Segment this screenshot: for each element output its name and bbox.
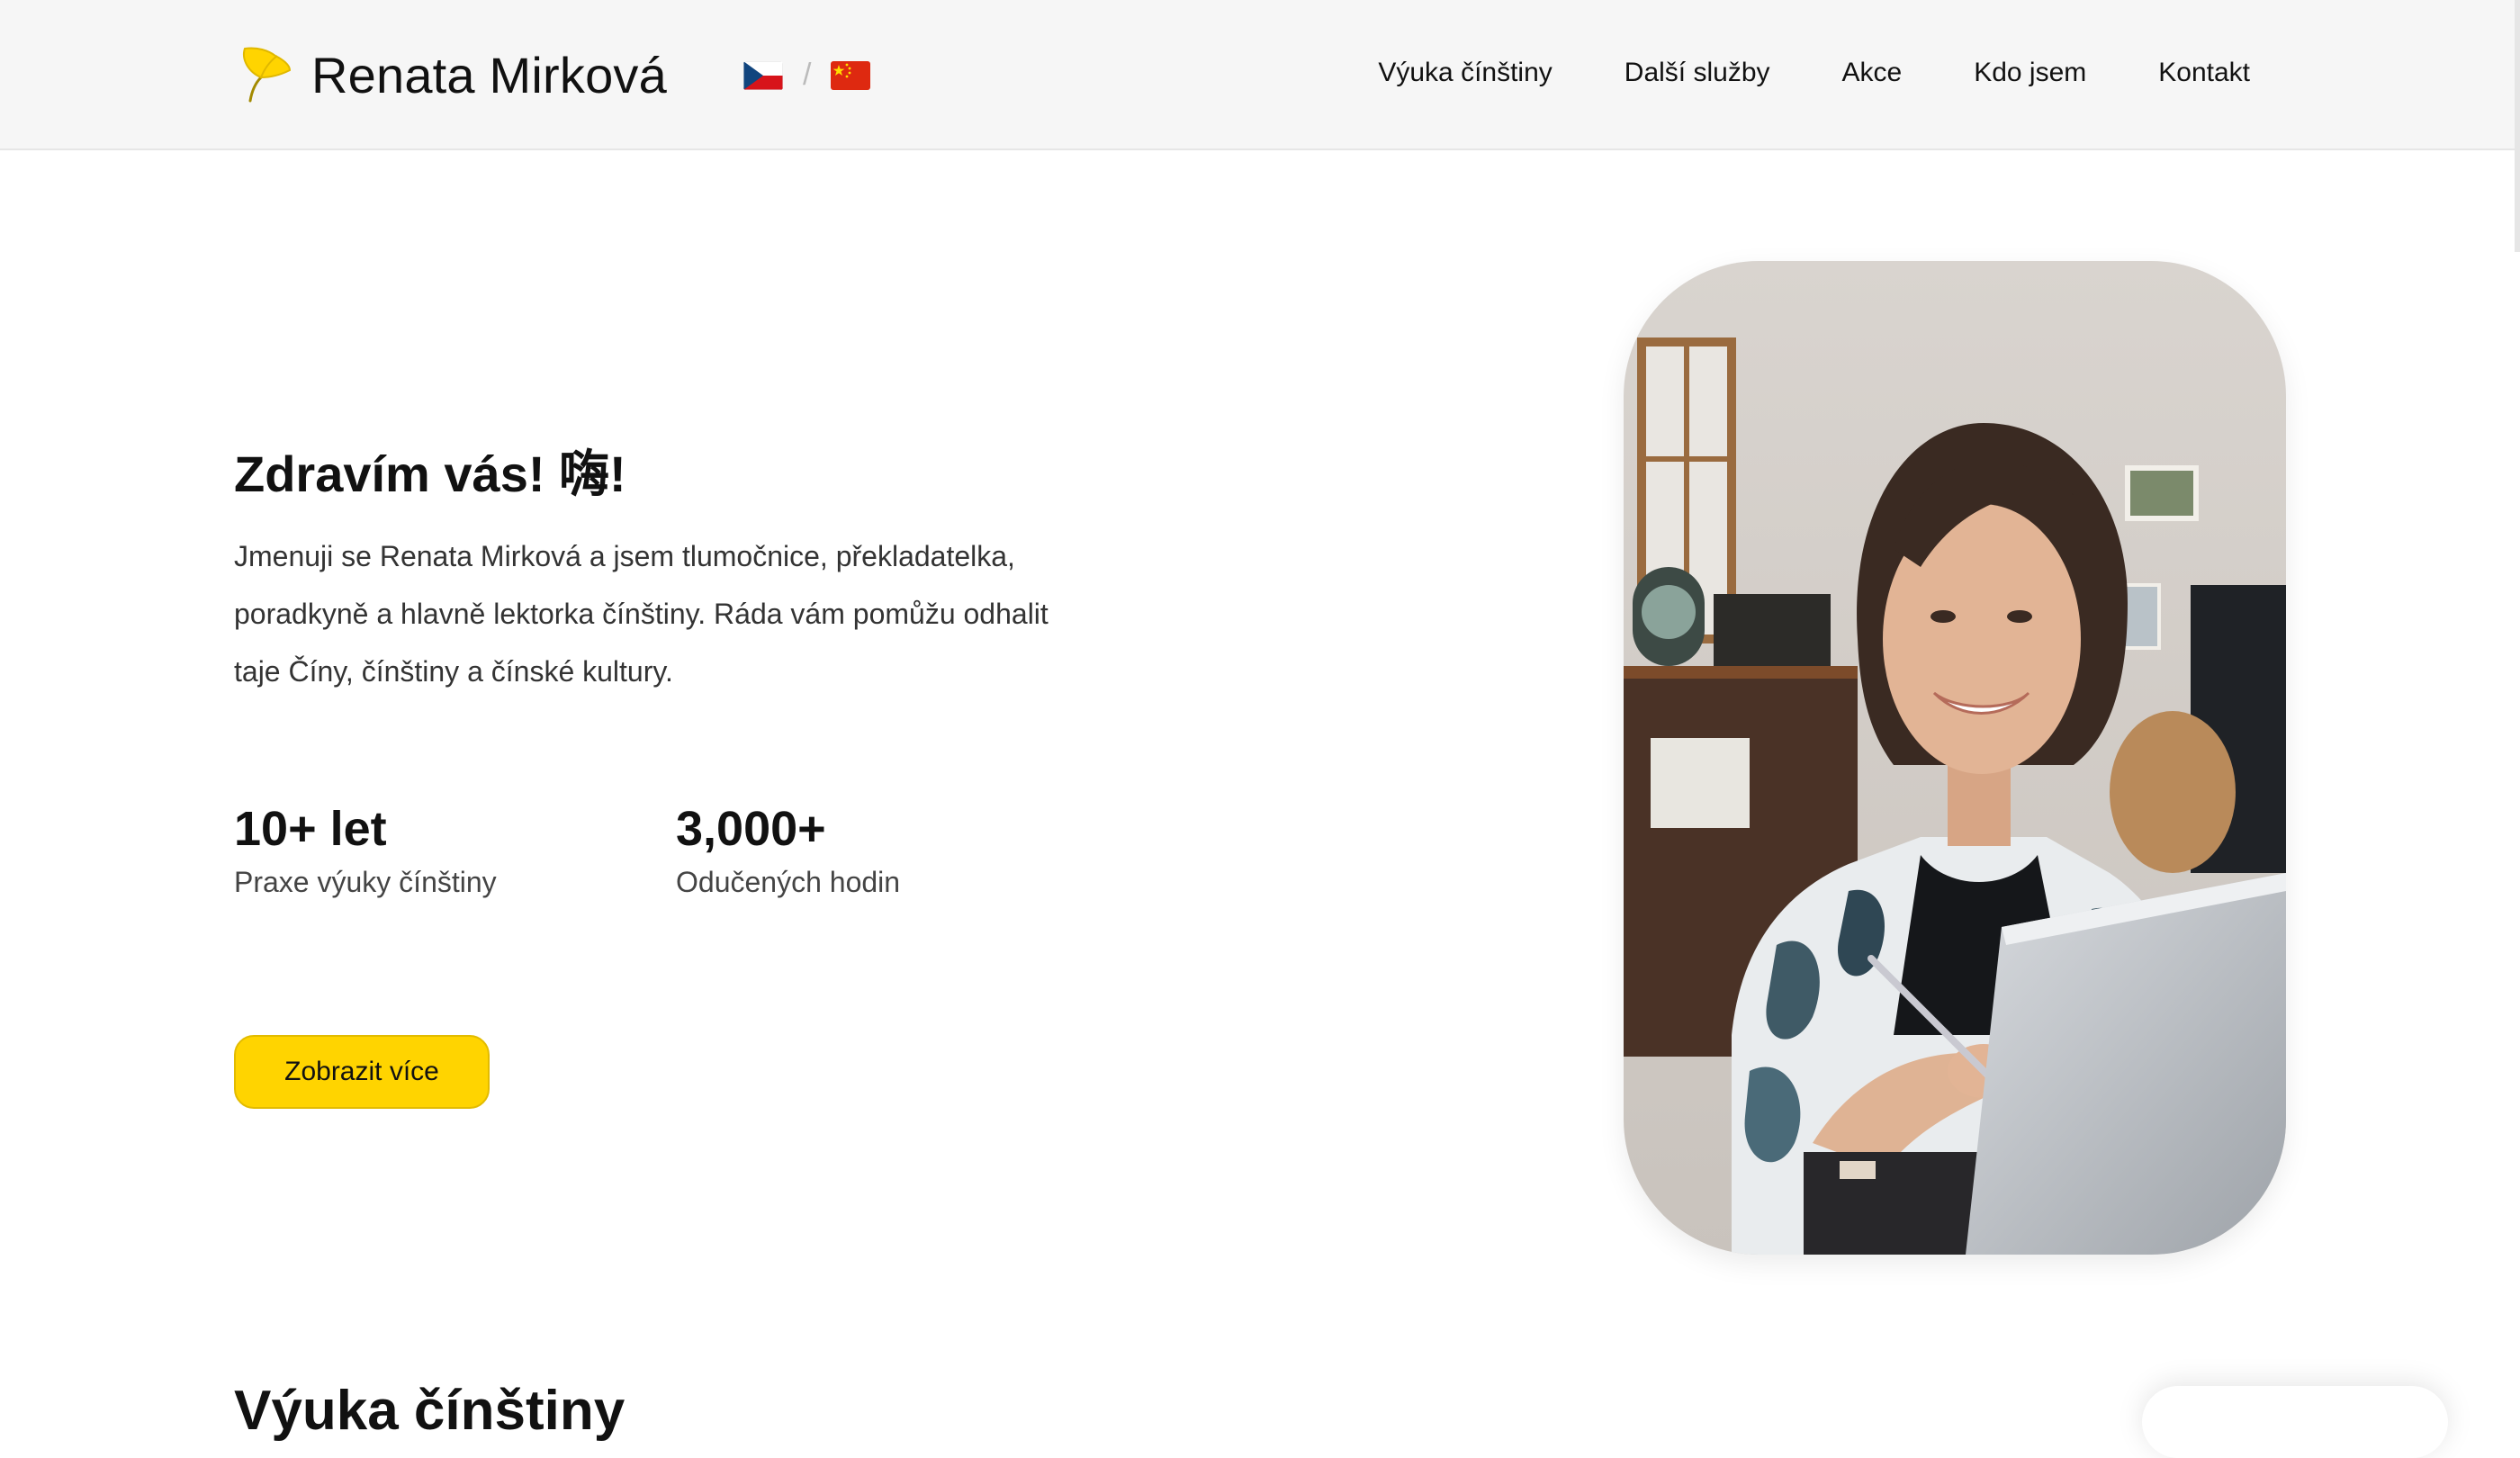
- stat-label: Praxe výuky čínštiny: [234, 866, 497, 898]
- nav-item-kdo-jsem[interactable]: Kdo jsem: [1974, 58, 2086, 88]
- czech-flag-icon[interactable]: [743, 60, 783, 90]
- hero-intro-text: Jmenuji se Renata Mirková a jsem tlumočn…: [234, 540, 1048, 688]
- chinese-flag-icon[interactable]: [831, 60, 871, 90]
- nav-item-akce[interactable]: Akce: [1842, 58, 1903, 88]
- stat-value: 10+ let: [234, 802, 387, 856]
- hero-greeting: Zdravím vás! 嗨!: [234, 446, 626, 502]
- show-more-button[interactable]: Zobrazit více: [234, 1035, 490, 1109]
- language-switcher: /: [743, 58, 871, 93]
- portrait-photo: [1624, 261, 2286, 1255]
- stat-label: Odučených hodin: [676, 866, 901, 898]
- brand-name: Renata Mirková: [311, 46, 667, 104]
- brand-link[interactable]: Renata Mirková: [238, 43, 667, 106]
- language-separator: /: [803, 58, 812, 92]
- stat-hours: 3,000+ Odučených hodin: [676, 797, 900, 899]
- ginkgo-leaf-icon: [238, 43, 293, 106]
- stat-experience: 10+ let Praxe výuky čínštiny: [234, 797, 497, 899]
- site-header: Renata Mirková / Výuka čínštiny Další sl…: [0, 0, 2520, 150]
- page-scrollbar[interactable]: [2515, 0, 2520, 252]
- nav-item-vyuka-cinstiny[interactable]: Výuka čínštiny: [1378, 58, 1552, 88]
- nav-item-dalsi-sluzby[interactable]: Další služby: [1624, 58, 1770, 88]
- nav-item-kontakt[interactable]: Kontakt: [2158, 58, 2250, 88]
- main-nav: Výuka čínštiny Další služby Akce Kdo jse…: [1378, 58, 2250, 88]
- section-title-vyuka: Výuka čínštiny: [234, 1380, 626, 1442]
- stat-value: 3,000+: [676, 802, 826, 856]
- floating-card: [2142, 1386, 2448, 1458]
